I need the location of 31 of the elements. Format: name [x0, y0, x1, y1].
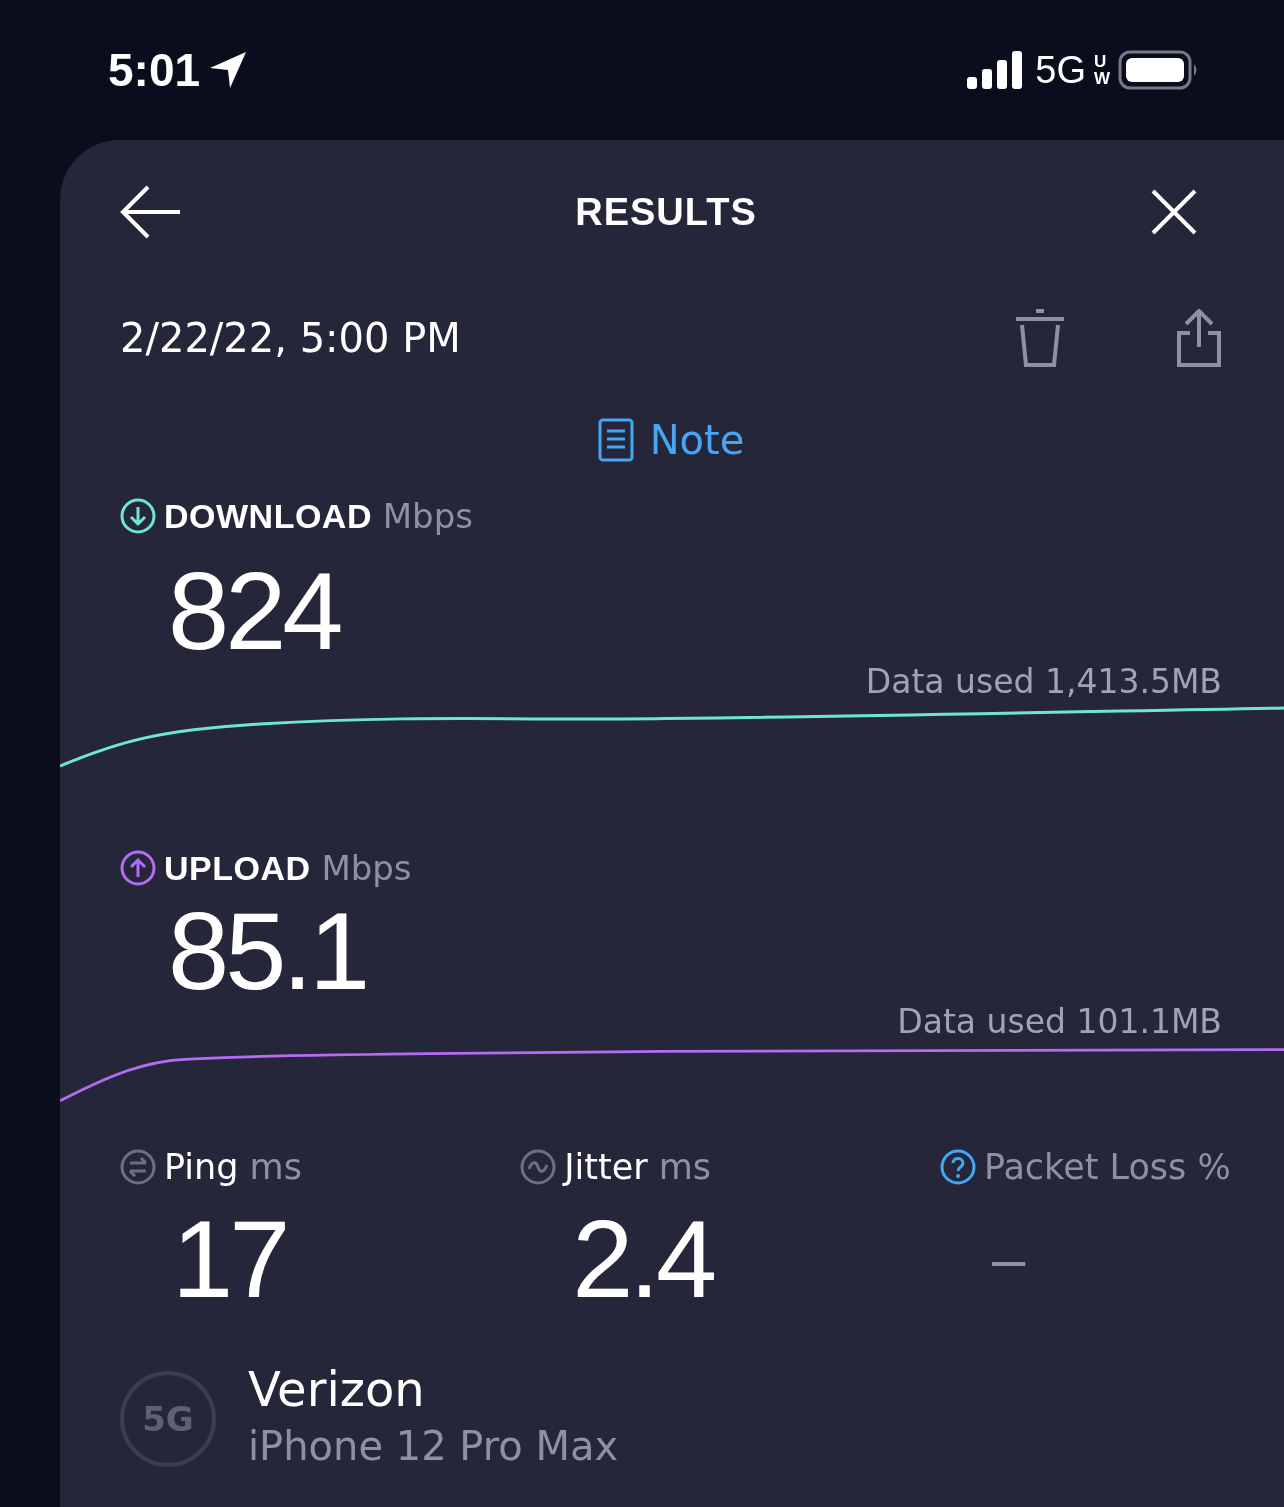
metric-value: – [991, 1228, 1022, 1289]
back-button[interactable] [120, 183, 182, 241]
metric-value: 17 [172, 1203, 287, 1314]
clock-time: 5:01 [108, 42, 201, 98]
carrier-name: Verizon [248, 1363, 426, 1416]
data-used: Data used 101.1MB [897, 1001, 1222, 1043]
network-superscript: U [1093, 53, 1108, 70]
speed-value: 85.1 [168, 896, 367, 1007]
location-arrow-icon [208, 50, 249, 90]
close-button[interactable] [1150, 188, 1198, 236]
ping-icon [120, 1149, 156, 1186]
screen-title: RESULTS [575, 189, 757, 235]
test-date: 2/22/22, 5:00 PM [120, 314, 461, 363]
speed-label: UPLOAD Mbps [164, 846, 412, 890]
metric-label: Ping ms [164, 1146, 302, 1189]
network-subscript: W [1093, 70, 1110, 87]
speed-label: DOWNLOAD Mbps [164, 494, 473, 538]
help-icon[interactable] [939, 1149, 976, 1186]
data-used: Data used 1,413.5MB [865, 660, 1222, 703]
wave-icon [520, 1149, 557, 1186]
share-icon[interactable] [1176, 309, 1222, 367]
network-type: 5G [1035, 47, 1086, 93]
metric-label: Jitter ms [564, 1146, 712, 1189]
speed-value: 824 [168, 556, 340, 666]
note-link[interactable]: Note [597, 402, 745, 478]
network-badge: 5G [120, 1371, 216, 1468]
trash-icon[interactable] [1014, 309, 1066, 367]
metric-value: 2.4 [572, 1203, 714, 1314]
note-icon [597, 418, 634, 462]
metric-label: Packet Loss % [983, 1146, 1231, 1189]
device-name: iPhone 12 Pro Max [248, 1421, 619, 1471]
